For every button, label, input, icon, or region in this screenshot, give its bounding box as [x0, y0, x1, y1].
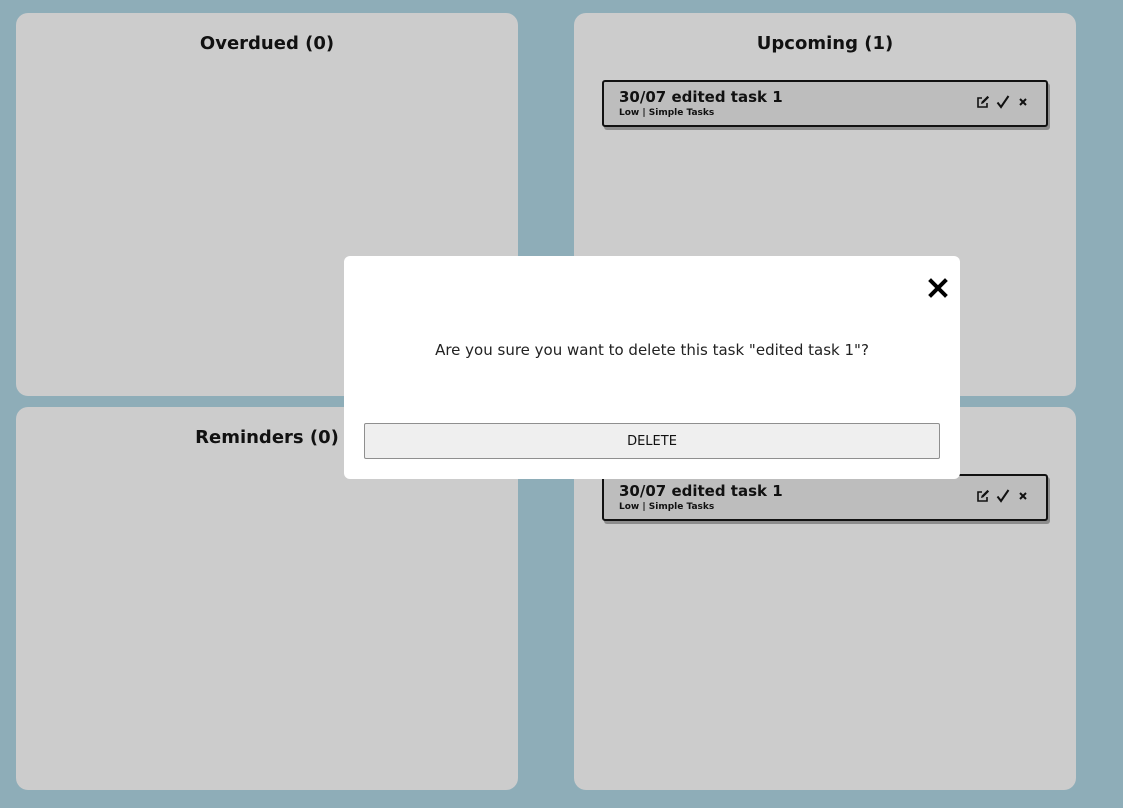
- task-title: 30/07 edited task 1: [619, 482, 783, 500]
- task-actions: [975, 488, 1030, 503]
- task-meta: Low | Simple Tasks: [619, 502, 715, 512]
- task-actions: [975, 94, 1030, 109]
- checkmark-icon[interactable]: [995, 488, 1010, 503]
- delete-button[interactable]: DELETE: [364, 423, 940, 459]
- close-icon[interactable]: [1015, 94, 1030, 109]
- task-card[interactable]: 30/07 edited task 1 Low | Simple Tasks: [602, 474, 1048, 521]
- delete-confirm-message: Are you sure you want to delete this tas…: [435, 341, 869, 359]
- delete-confirm-modal: Are you sure you want to delete this tas…: [344, 256, 960, 479]
- upcoming-panel-title: Upcoming (1): [756, 33, 894, 54]
- close-icon[interactable]: [1015, 488, 1030, 503]
- checkmark-icon[interactable]: [995, 94, 1010, 109]
- task-meta: Low | Simple Tasks: [619, 108, 715, 118]
- task-title: 30/07 edited task 1: [619, 88, 783, 106]
- overdue-panel-title: Overdued (0): [199, 33, 335, 54]
- task-card[interactable]: 30/07 edited task 1 Low | Simple Tasks: [602, 80, 1048, 127]
- edit-icon[interactable]: [975, 488, 990, 503]
- close-icon[interactable]: [928, 278, 948, 298]
- edit-icon[interactable]: [975, 94, 990, 109]
